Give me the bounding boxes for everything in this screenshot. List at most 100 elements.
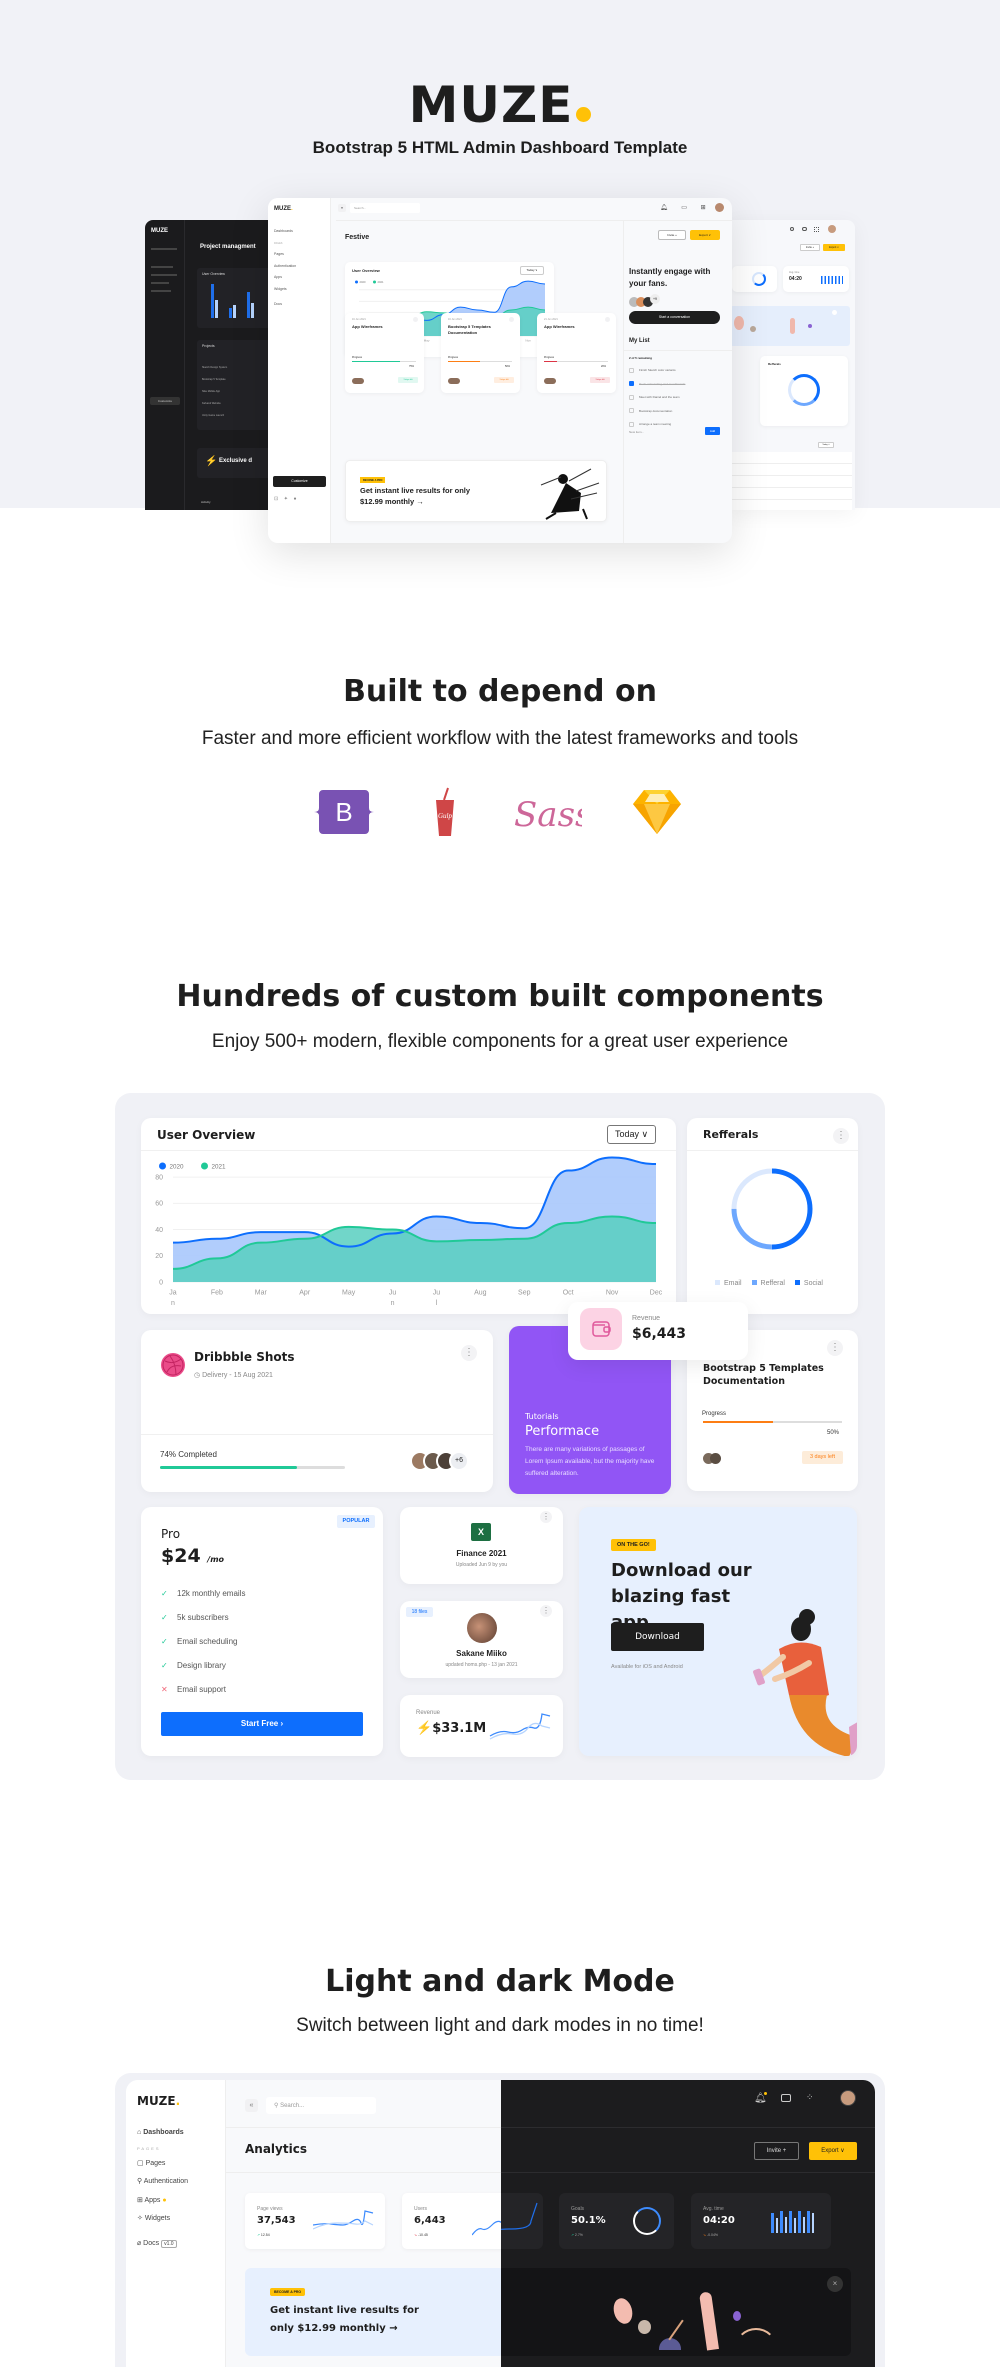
nav-pages[interactable]: ▢ Pages: [137, 2155, 188, 2174]
logo-dot: [576, 107, 592, 122]
stat-label: Page views: [257, 2206, 283, 2212]
more-options-icon[interactable]: ⋮: [833, 1128, 849, 1144]
nav-apps[interactable]: Apps: [274, 272, 296, 284]
stat-value: 6,443: [414, 2215, 446, 2226]
today-dropdown[interactable]: Today ∨: [607, 1125, 656, 1144]
nav-apps[interactable]: ⊞ Apps ●: [137, 2192, 188, 2211]
card-divider: [141, 1434, 493, 1435]
search-input[interactable]: Search...: [350, 203, 420, 213]
nav-dashboards[interactable]: Dashboards: [274, 226, 296, 238]
more-options-icon[interactable]: ⋮: [461, 1345, 477, 1361]
user-avatar[interactable]: [715, 203, 724, 212]
more-options-icon[interactable]: ⋮: [827, 1340, 843, 1356]
user-avatar[interactable]: [840, 2090, 856, 2106]
sass-icon: Sass: [512, 786, 592, 838]
page-views-sparkline: [313, 2210, 374, 2230]
more-options-icon[interactable]: ⋮: [540, 1605, 552, 1617]
legend-dot: [159, 1162, 166, 1170]
project-mini-card[interactable]: 16 Jun 2021 Bootstrap 5 Templates Docume…: [441, 313, 520, 393]
goals-ring: [752, 272, 766, 286]
header-icons[interactable]: 🔔︎ ▭ ⊞: [660, 204, 712, 211]
more-options-icon[interactable]: ⋮: [540, 1511, 552, 1523]
lightning-icon: ⚡: [416, 1720, 433, 1735]
more-options-icon[interactable]: [509, 317, 514, 322]
avg-time-bar: [780, 2211, 783, 2233]
promo-text[interactable]: Get instant live results for only $12.99 …: [270, 2302, 419, 2338]
legend-swatch: [794, 1280, 800, 1285]
user-update-meta: updated homs.php - 13 jan 2021: [445, 1662, 518, 1668]
nav-dashboards[interactable]: ⌂ Dashboards: [137, 2124, 188, 2143]
tutorial-text: There are many variations of passages of…: [525, 1446, 655, 1477]
start-conversation-button[interactable]: Start a conversation: [629, 311, 720, 324]
export-button[interactable]: Export ∨: [690, 230, 720, 240]
nav-docs[interactable]: Docs: [274, 299, 296, 311]
feature-item: ✓ 12k monthly emails: [161, 1582, 245, 1606]
mini-today-filter[interactable]: Today ∨: [520, 266, 544, 275]
todo-item[interactable]: Redo onboarding and moodboards: [629, 378, 685, 392]
files-count-badge: 18 files: [406, 1607, 433, 1617]
x-tick-label: Ja: [169, 1290, 177, 1297]
built-title: Built to depend on: [343, 674, 657, 709]
dark-customize-button[interactable]: Customize: [150, 397, 180, 405]
start-free-button[interactable]: Start Free ›: [161, 1712, 363, 1736]
today-filter[interactable]: Today ∨: [818, 442, 834, 448]
notification-dot: [764, 2092, 767, 2095]
chat-icon[interactable]: [781, 2094, 791, 2102]
dark-projects-card: Projects Sketch Design System Bootstrap …: [197, 340, 275, 430]
download-button[interactable]: Download: [611, 1623, 704, 1651]
nav-widgets[interactable]: Widgets: [274, 284, 296, 296]
nav-authentication[interactable]: ⚲ Authentication: [137, 2173, 188, 2192]
todo-item[interactable]: Meet with Daniel and the team: [629, 391, 685, 405]
more-options-icon[interactable]: [413, 317, 418, 322]
close-icon[interactable]: ×: [827, 2276, 843, 2292]
add-item-button[interactable]: Add: [705, 427, 720, 435]
more-options-icon[interactable]: [605, 317, 610, 322]
chat-icon: [802, 227, 807, 231]
project-avatars: [448, 378, 460, 384]
stat-label: Goals: [571, 2206, 585, 2212]
nav-widgets[interactable]: ✧ Widgets: [137, 2210, 188, 2229]
todo-checkbox[interactable]: [629, 394, 634, 400]
dark-dashboard-preview: MUZE Customize Project managment User Ov…: [145, 220, 275, 510]
todo-checkbox[interactable]: [629, 381, 634, 387]
export-button[interactable]: Export ∨: [809, 2142, 857, 2160]
todo-checkbox[interactable]: [629, 408, 634, 414]
y-tick-label: 80: [155, 1174, 163, 1181]
shape-decor: [699, 2291, 719, 2351]
nav-pages[interactable]: Pages: [274, 249, 296, 261]
customize-button[interactable]: Customize: [273, 476, 326, 487]
popular-badge: POPULAR: [337, 1515, 375, 1528]
todo-item[interactable]: Bootstrap documentation: [629, 405, 685, 419]
new-item-input[interactable]: New item...: [629, 430, 644, 434]
nav-docs[interactable]: ⌀ Docs v1.0: [137, 2235, 188, 2254]
invite-button[interactable]: Invite +: [658, 230, 686, 240]
x-tick-label: Dec: [650, 1290, 663, 1297]
nav-authentication[interactable]: Authentication: [274, 261, 296, 273]
apps-grid-icon[interactable]: ⁘: [806, 2093, 814, 2102]
search-input[interactable]: ⚲ Search...: [266, 2097, 376, 2114]
pricing-card: POPULAR Pro $24 /mo ✓ 12k monthly emails ✓…: [141, 1507, 383, 1756]
pro-promo-text[interactable]: Get instant live results for only $12.99…: [360, 485, 480, 507]
availability-note: Available for iOS and Android: [611, 1664, 683, 1670]
invite-button[interactable]: Invite +: [754, 2142, 799, 2160]
export-button[interactable]: Export ∨: [823, 244, 845, 251]
x-tick-label: Nov: [606, 1290, 619, 1297]
legend-item: Social: [794, 1280, 823, 1287]
file-title[interactable]: Finance 2021: [400, 1549, 563, 1558]
completion-progress-track: [160, 1466, 345, 1469]
x-tick-label: Aug: [474, 1290, 487, 1297]
collapse-sidebar-icon[interactable]: «: [338, 204, 346, 212]
collapse-sidebar-icon[interactable]: «: [245, 2099, 258, 2112]
legend-dot: [201, 1162, 208, 1170]
extra-members-count: +6: [449, 1451, 469, 1471]
project-mini-card[interactable]: 21 Jun 2021 App Wireframes Progress 20% …: [537, 313, 616, 393]
invite-button[interactable]: Invite +: [800, 244, 820, 251]
todo-item[interactable]: Finish Sketch color variants: [629, 364, 685, 378]
todo-checkbox[interactable]: [629, 421, 634, 427]
close-icon[interactable]: [832, 310, 837, 315]
project-mini-card[interactable]: 16 Jun 2021 App Wireframes Progress 75% …: [345, 313, 424, 393]
dark-mode-preview: 🔔︎ ⁘ Invite + Export ∨ Goals 50.1% ↗ 2.7…: [501, 2080, 875, 2367]
dark-project-item: Kalvarol Website: [202, 402, 221, 405]
my-list-remaining: 2 of 5 remaining: [629, 356, 653, 360]
todo-checkbox[interactable]: [629, 367, 634, 373]
